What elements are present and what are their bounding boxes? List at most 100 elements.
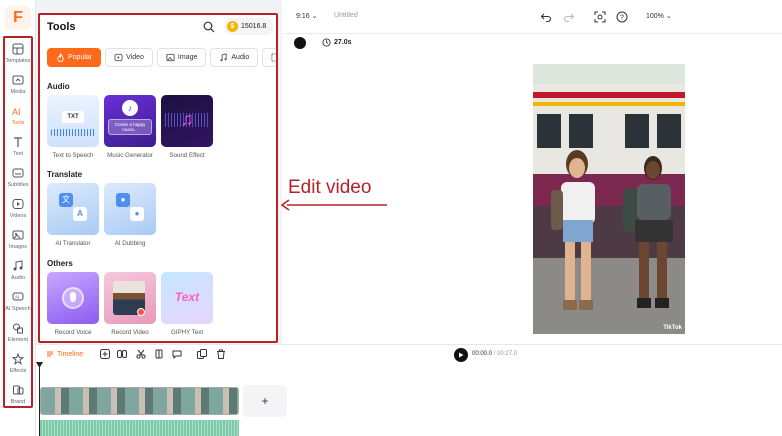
sidebar-item-label: Images (8, 244, 28, 250)
aspect-ratio-value: 9:16 (296, 13, 310, 20)
music-note-icon (220, 53, 228, 62)
record-icon (137, 308, 145, 316)
tab-video[interactable]: Video (105, 48, 153, 67)
scissors-icon[interactable] (136, 349, 146, 359)
svg-text:AI: AI (15, 295, 19, 300)
sidebar-item-brand[interactable]: Brand (0, 381, 36, 411)
sidebar-item-audio[interactable]: Audio (0, 257, 36, 287)
sidebar-item-element[interactable]: Element (0, 319, 36, 349)
project-title[interactable]: Untitled (334, 12, 358, 19)
section-title-audio: Audio (47, 82, 70, 91)
tiktok-watermark: TikTok (663, 325, 682, 331)
sidebar-item-ai-speech[interactable]: AI AI Speech (0, 288, 36, 318)
text-icon (271, 53, 276, 62)
sidebar-item-label: Videos (9, 213, 27, 219)
subtitles-icon (12, 168, 24, 178)
tool-thumbnail: ● ● (104, 183, 156, 235)
tool-label: GIPHY Text (170, 329, 204, 336)
coin-icon: $ (227, 21, 238, 32)
timeline-label: Timeline (57, 350, 84, 358)
tool-record-video[interactable]: Record Video (104, 272, 156, 336)
sidebar-item-tools[interactable]: AI Tools (0, 102, 36, 132)
app-logo[interactable]: F (5, 6, 31, 30)
background-color-swatch[interactable] (294, 37, 306, 49)
tool-sound-effect[interactable]: ♫ Sound Effect (161, 95, 213, 159)
tool-thumbnail (47, 272, 99, 324)
tab-label: Popular (68, 54, 93, 61)
image-icon (166, 53, 175, 62)
trim-icon[interactable] (154, 349, 164, 359)
images-icon (12, 230, 24, 240)
sidebar-item-subtitles[interactable]: Subtitles (0, 164, 36, 194)
tool-record-voice[interactable]: Record Voice (47, 272, 99, 336)
aspect-ratio-select[interactable]: 9:16 ⌄ (296, 12, 317, 20)
audio-track[interactable] (40, 420, 239, 436)
trash-icon[interactable] (216, 349, 226, 359)
help-icon[interactable]: ? (616, 11, 628, 23)
sidebar-item-label: Tools (11, 120, 25, 126)
translate-icon-secondary: A (73, 207, 87, 221)
tab-image[interactable]: Image (156, 48, 207, 67)
add-clip-button[interactable]: + (243, 385, 287, 417)
timeline-toggle[interactable]: Timeline (46, 350, 83, 358)
microphone-icon-secondary: ● (130, 207, 144, 221)
video-preview[interactable]: TikTok (533, 64, 685, 334)
sidebar-item-templates[interactable]: Templates (0, 40, 36, 70)
tool-thumbnail: ♫ (161, 95, 213, 147)
canvas-toolbar: 27.0s (282, 34, 782, 52)
zoom-select[interactable]: 100% ⌄ (646, 12, 672, 20)
add-icon[interactable] (100, 349, 110, 359)
caption-icon[interactable] (172, 349, 182, 359)
sidebar-item-label: Audio (10, 275, 26, 281)
tab-text[interactable]: T (262, 48, 276, 67)
screenshot-icon[interactable] (594, 11, 606, 23)
tool-thumbnail (104, 272, 156, 324)
tool-text-to-speech[interactable]: TXT Text to Speech (47, 95, 99, 159)
tool-thumbnail: 文 A (47, 183, 99, 235)
redo-icon[interactable] (563, 11, 575, 23)
sidebar-item-images[interactable]: Images (0, 226, 36, 256)
microphone-icon: ● (116, 193, 130, 207)
undo-icon[interactable] (540, 11, 552, 23)
arrow-left-icon (281, 199, 387, 211)
tool-label: Text to Speech (52, 152, 94, 159)
video-icon (114, 53, 123, 62)
svg-text:AI: AI (12, 107, 21, 117)
sidebar-item-videos[interactable]: Videos (0, 195, 36, 225)
play-icon (459, 352, 464, 358)
video-clip-track[interactable] (40, 387, 239, 415)
search-icon[interactable] (203, 21, 215, 33)
duration-control[interactable]: 27.0s (322, 38, 352, 47)
sidebar-item-effects[interactable]: Effects (0, 350, 36, 380)
duplicate-icon[interactable] (197, 349, 207, 359)
play-button[interactable] (454, 348, 468, 362)
tab-label: Video (126, 54, 144, 61)
split-icon[interactable] (117, 349, 127, 359)
duration-value: 27.0s (334, 39, 352, 46)
microphone-icon (62, 287, 84, 309)
sidebar-item-media[interactable]: Media (0, 71, 36, 101)
credits-badge[interactable]: $ 15016.8 (224, 18, 274, 35)
tool-thumbnail: TXT (47, 95, 99, 147)
timeline: Timeline 00:00.0 / 00:27.0 + (36, 344, 782, 436)
ai-speech-icon: AI (12, 292, 24, 301)
thumb-text: TXT (62, 111, 84, 123)
element-icon (13, 323, 23, 334)
videos-icon (12, 199, 24, 209)
svg-text:?: ? (620, 15, 624, 22)
sidebar-item-label: Subtitles (7, 182, 29, 188)
thumb-text: Text (174, 290, 200, 304)
tool-ai-dubbing[interactable]: ● ● AI Dubbing (104, 183, 156, 247)
tool-giphy-text[interactable]: Text GIPHY Text (161, 272, 213, 336)
tool-label: Record Voice (54, 329, 92, 336)
sidebar-item-text[interactable]: Text (0, 133, 36, 163)
section-title-others: Others (47, 259, 73, 268)
tool-ai-translator[interactable]: 文 A AI Translator (47, 183, 99, 247)
tab-popular[interactable]: Popular (47, 48, 102, 67)
playback-time: 00:00.0 / 00:27.0 (472, 351, 517, 357)
music-note-icon: ♪ (122, 100, 138, 116)
tab-audio[interactable]: Audio (210, 48, 259, 67)
translate-icon: 文 (59, 193, 73, 207)
audio-icon (13, 260, 23, 271)
tool-music-generator[interactable]: ♪ Create a happy music... Music Generato… (104, 95, 156, 159)
